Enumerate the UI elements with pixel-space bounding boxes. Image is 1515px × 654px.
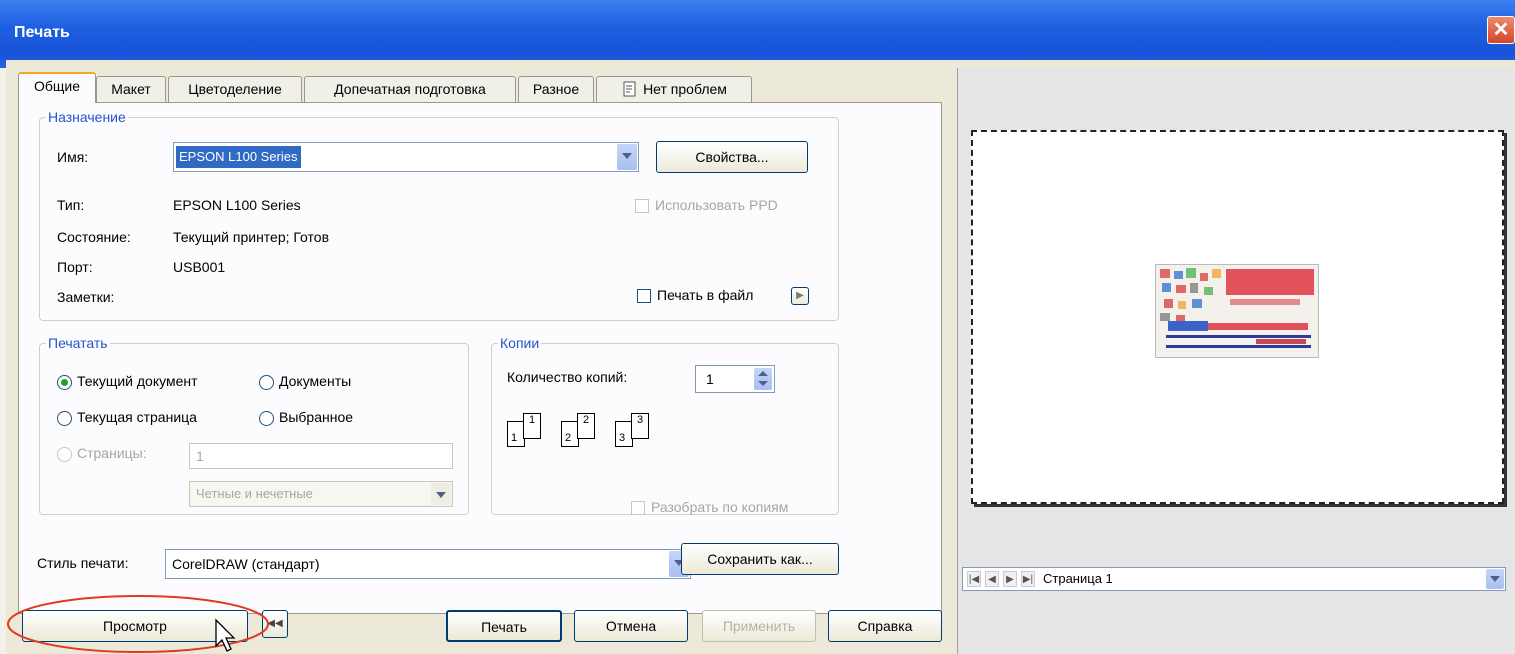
print-range-legend: Печатать — [48, 335, 108, 351]
chevron-down-icon[interactable] — [1486, 569, 1504, 589]
copies-stepper[interactable]: 1 — [695, 365, 775, 393]
title-bar[interactable]: Печать — [0, 0, 1515, 68]
save-as-button[interactable]: Сохранить как... — [681, 543, 839, 575]
current-document-radio[interactable] — [57, 375, 72, 390]
tab-layout[interactable]: Макет — [96, 76, 166, 102]
type-label: Тип: — [57, 197, 85, 213]
current-document-label: Текущий документ — [77, 373, 198, 389]
highlight-ellipse-overlay — [7, 595, 269, 653]
tab-label: Допечатная подготовка — [334, 81, 486, 97]
copies-count-value: 1 — [706, 371, 714, 387]
tab-separations[interactable]: Цветоделение — [168, 76, 302, 102]
properties-button[interactable]: Свойства... — [656, 141, 808, 173]
port-label: Порт: — [57, 259, 93, 275]
documents-label: Документы — [279, 373, 352, 389]
tab-prepress[interactable]: Допечатная подготовка — [304, 76, 516, 102]
chevron-down-icon[interactable] — [617, 144, 637, 170]
spinner-arrows-icon[interactable] — [754, 368, 772, 390]
printer-name-label: Имя: — [57, 149, 89, 165]
print-style-select[interactable]: CorelDRAW (стандарт) — [165, 549, 691, 579]
first-page-icon[interactable]: |◀ — [967, 571, 981, 587]
copies-count-label: Количество копий: — [507, 369, 628, 385]
collate-checkbox[interactable] — [631, 501, 645, 515]
selection-label: Выбранное — [279, 409, 354, 425]
tab-label: Нет проблем — [643, 81, 727, 97]
port-value: USB001 — [173, 259, 226, 275]
preview-page — [971, 130, 1504, 504]
thumbnail-image — [1156, 265, 1318, 357]
printer-name-select[interactable]: EPSON L100 Series — [173, 142, 639, 172]
window-title: Печать — [14, 24, 70, 41]
page-icon: 2 — [577, 413, 595, 439]
printer-name-value: EPSON L100 Series — [176, 146, 301, 168]
next-page-icon[interactable]: ▶ — [1003, 571, 1017, 587]
print-to-file-options-button[interactable]: ▶ — [791, 287, 809, 305]
page-icon: 1 — [523, 413, 541, 439]
tab-panel-general: Назначение Имя: EPSON L100 Series Свойст… — [18, 102, 942, 614]
print-dialog: Печать ✕ Общие Макет Цветоделение Допеча… — [0, 0, 1515, 654]
document-thumbnail — [1155, 264, 1319, 358]
collate-illustration: 1 1 2 2 3 3 — [507, 409, 687, 453]
state-value: Текущий принтер; Готов — [173, 229, 330, 245]
use-ppd-label: Использовать PPD — [655, 197, 778, 213]
type-value: EPSON L100 Series — [173, 197, 301, 213]
use-ppd-checkbox[interactable] — [635, 199, 649, 213]
tab-label: Макет — [111, 81, 151, 97]
destination-legend: Назначение — [48, 109, 126, 125]
preview-navigation: |◀ ◀ ▶ ▶| Страница 1 — [962, 567, 1506, 591]
pages-label: Страницы: — [77, 445, 147, 461]
current-page-label: Текущая страница — [77, 409, 197, 425]
print-to-file-label: Печать в файл — [657, 287, 754, 303]
copies-legend: Копии — [500, 335, 540, 351]
close-button[interactable]: ✕ — [1487, 16, 1515, 44]
help-button[interactable]: Справка — [828, 610, 942, 642]
collate-label: Разобрать по копиям — [651, 499, 789, 515]
tab-misc[interactable]: Разное — [518, 76, 594, 102]
print-style-label: Стиль печати: — [37, 555, 129, 571]
documents-radio[interactable] — [259, 375, 274, 390]
page-indicator: Страница 1 — [1043, 571, 1113, 586]
last-page-icon[interactable]: ▶| — [1021, 571, 1035, 587]
tab-general[interactable]: Общие — [18, 72, 96, 103]
prev-page-icon[interactable]: ◀ — [985, 571, 999, 587]
pages-value: 1 — [196, 448, 204, 464]
cancel-button[interactable]: Отмена — [574, 610, 688, 642]
odd-even-value: Четные и нечетные — [196, 486, 313, 501]
print-to-file-checkbox[interactable] — [637, 289, 651, 303]
apply-button[interactable]: Применить — [702, 610, 816, 642]
odd-even-select[interactable]: Четные и нечетные — [189, 481, 453, 507]
tab-label: Цветоделение — [188, 81, 282, 97]
state-label: Состояние: — [57, 229, 131, 245]
current-page-radio[interactable] — [57, 411, 72, 426]
tab-label: Общие — [33, 78, 81, 94]
pages-radio[interactable] — [57, 447, 72, 462]
print-button[interactable]: Печать — [446, 610, 562, 642]
triangle-right-icon: ▶ — [796, 290, 804, 301]
tab-no-issues[interactable]: Нет проблем — [596, 76, 752, 102]
mouse-cursor-icon — [215, 618, 236, 652]
selection-radio[interactable] — [259, 411, 274, 426]
checklist-icon — [623, 81, 636, 97]
notes-label: Заметки: — [57, 289, 115, 305]
print-style-value: CorelDRAW (стандарт) — [172, 556, 320, 572]
page-icon: 3 — [631, 413, 649, 439]
pages-input[interactable]: 1 — [189, 443, 453, 469]
chevron-down-icon[interactable] — [431, 483, 451, 505]
tab-label: Разное — [532, 81, 580, 97]
